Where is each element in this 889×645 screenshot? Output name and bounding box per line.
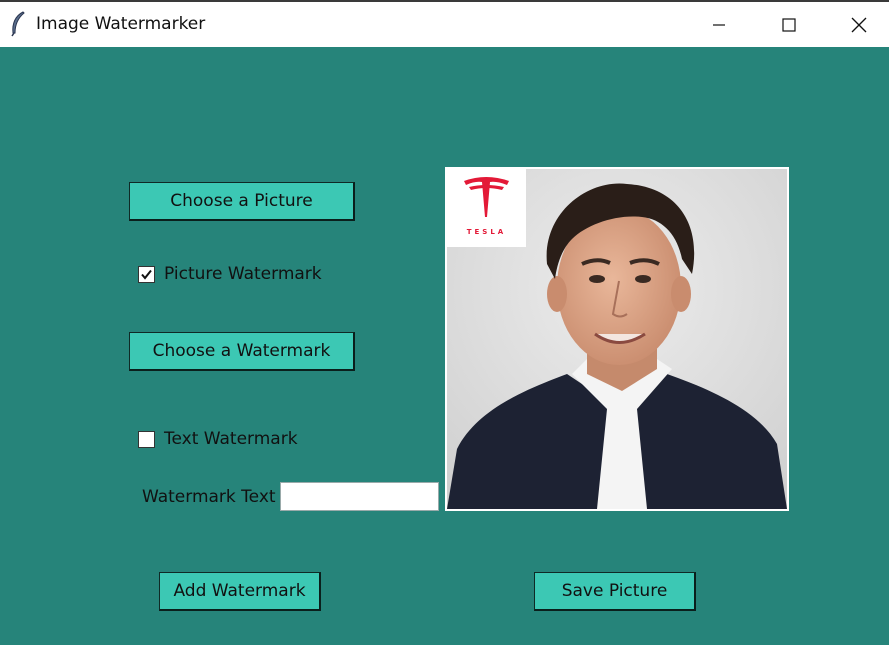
add-watermark-button[interactable]: Add Watermark	[159, 572, 321, 611]
watermark-text-label: Watermark Text	[142, 487, 276, 507]
title-bar: Image Watermarker	[0, 0, 889, 47]
app-window: Image Watermarker Choose a Picture Pictu…	[0, 0, 889, 645]
close-button[interactable]	[824, 4, 889, 46]
window-title: Image Watermarker	[36, 14, 206, 34]
maximize-icon	[782, 18, 796, 32]
picture-watermark-checkbox[interactable]	[138, 265, 155, 283]
text-watermark-row[interactable]: Text Watermark	[138, 429, 298, 449]
feather-icon	[9, 11, 27, 37]
picture-watermark-label: Picture Watermark	[164, 264, 322, 284]
watermark-text-input[interactable]	[280, 482, 439, 511]
choose-picture-button[interactable]: Choose a Picture	[129, 182, 355, 221]
close-icon	[851, 17, 867, 33]
save-picture-button[interactable]: Save Picture	[534, 572, 696, 611]
minimize-button[interactable]	[684, 4, 754, 46]
minimize-icon	[713, 24, 725, 26]
watermark-logo: TESLA	[447, 169, 526, 247]
watermark-logo-text: TESLA	[466, 228, 507, 236]
maximize-button[interactable]	[754, 4, 824, 46]
checkmark-icon	[141, 269, 152, 280]
text-watermark-label: Text Watermark	[164, 429, 298, 449]
text-watermark-checkbox[interactable]	[138, 430, 155, 448]
picture-watermark-row[interactable]: Picture Watermark	[138, 264, 322, 284]
choose-watermark-button[interactable]: Choose a Watermark	[129, 332, 355, 371]
picture-preview: TESLA	[445, 167, 789, 511]
